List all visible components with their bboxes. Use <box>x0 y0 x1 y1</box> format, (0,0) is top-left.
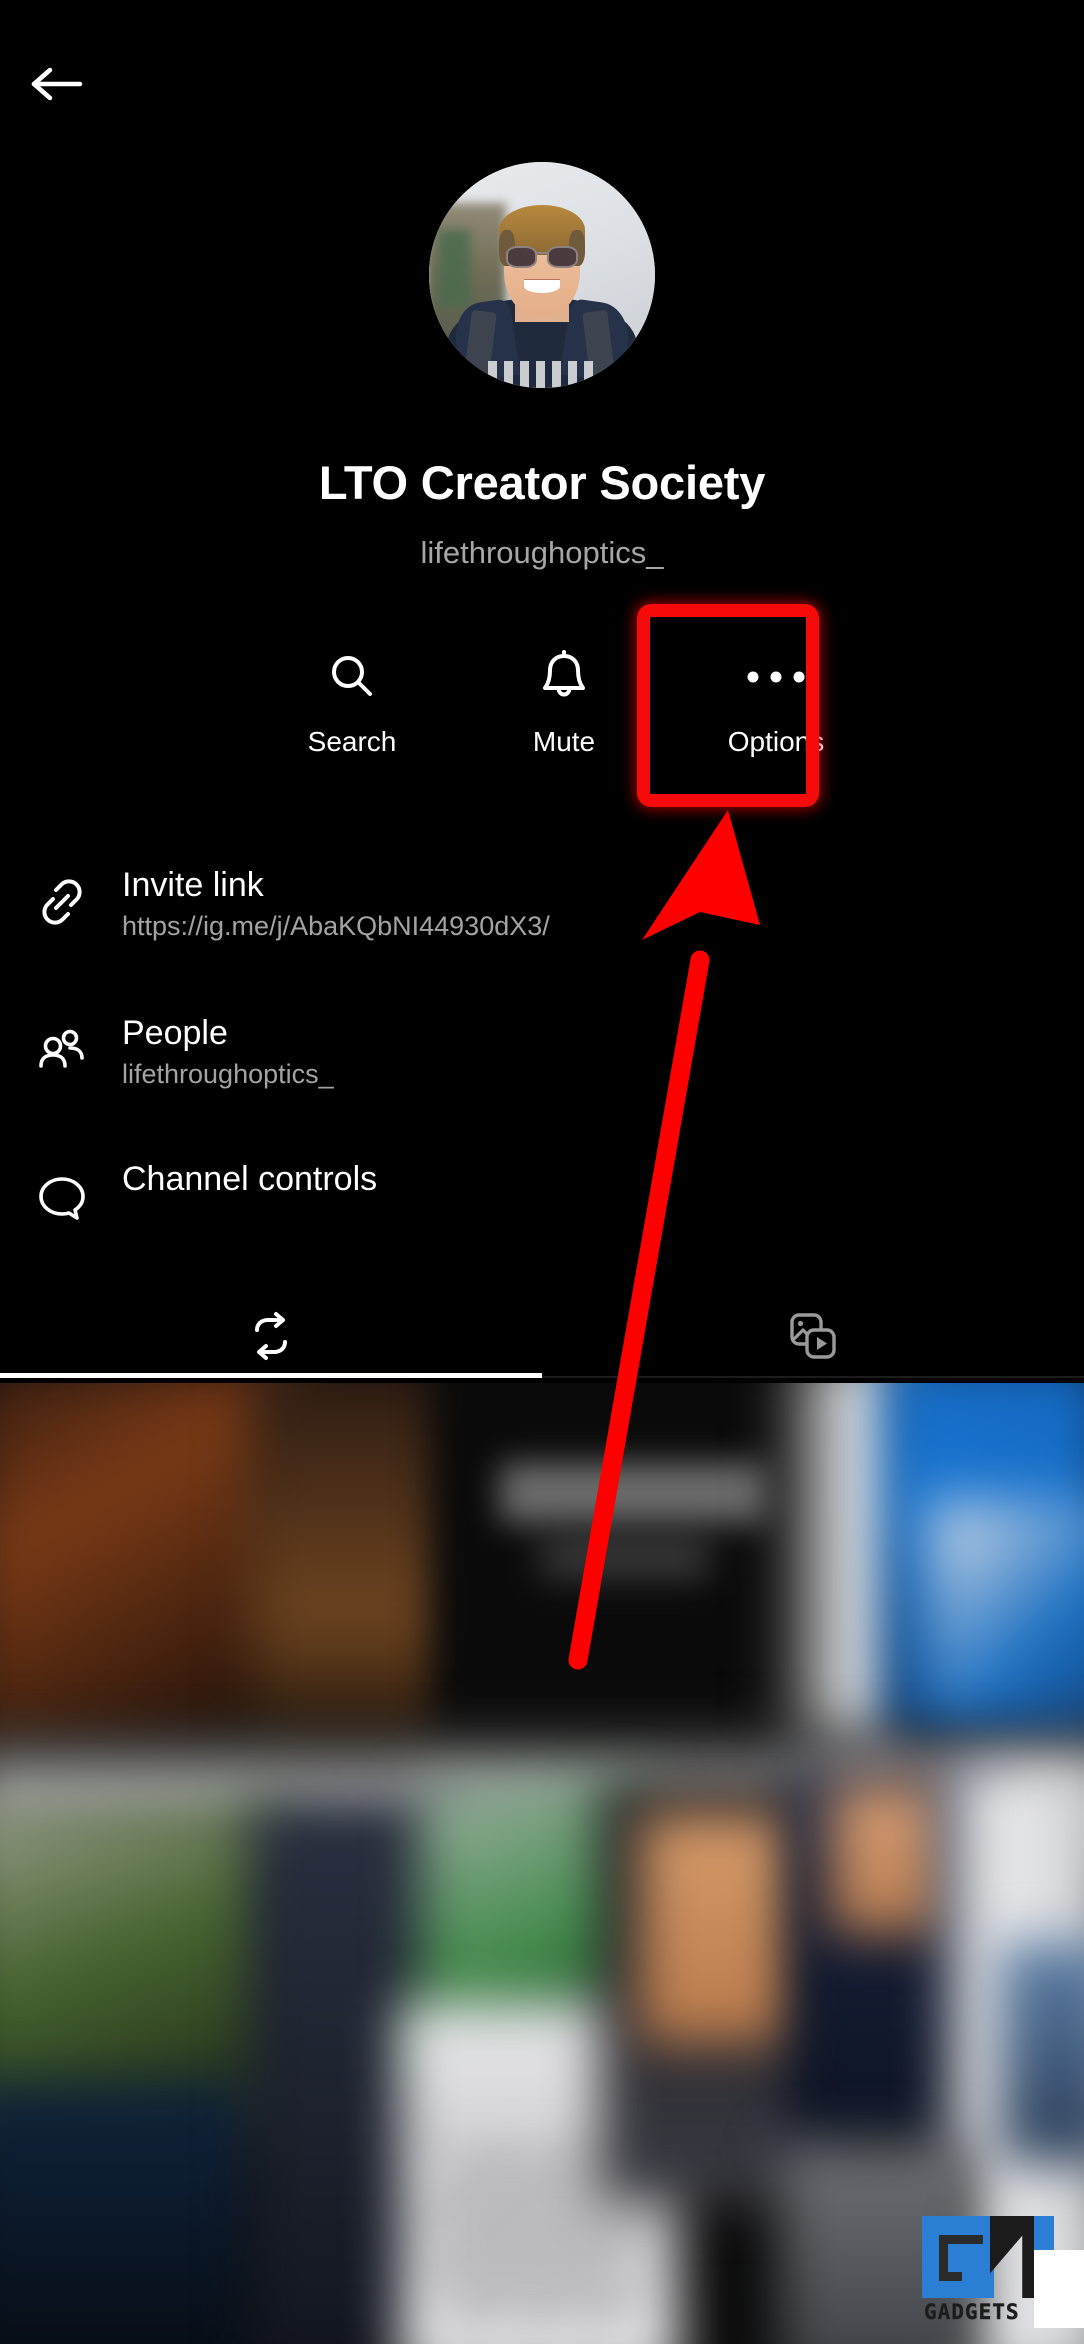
channel-controls-title: Channel controls <box>122 1160 378 1198</box>
chat-bubble-icon <box>36 1156 122 1224</box>
three-dots-icon <box>744 640 808 714</box>
watermark-white-block <box>1034 2250 1084 2328</box>
people-title: People <box>122 1014 228 1052</box>
media-gallery-icon <box>786 1309 840 1363</box>
invite-link-title: Invite link <box>122 866 264 904</box>
list-item-people[interactable]: People lifethroughoptics_ <box>0 1008 1084 1156</box>
back-arrow-icon <box>28 62 88 106</box>
action-button-row: Search Mute Options <box>0 620 1084 810</box>
watermark-logo: GADGETS <box>922 2216 1084 2328</box>
mute-label: Mute <box>532 726 596 757</box>
channel-handle: lifethroughoptics_ <box>420 535 664 570</box>
channel-details-panel: LTO Creator Society lifethroughoptics_ S… <box>0 0 1084 1383</box>
watermark-g-cut2 <box>962 2258 983 2281</box>
options-label: Options <box>727 726 825 757</box>
link-icon <box>36 860 122 928</box>
search-icon <box>324 640 380 714</box>
repost-loop-icon <box>243 1308 299 1364</box>
watermark-text: GADGETS <box>924 2300 1020 2325</box>
back-button[interactable] <box>28 48 118 120</box>
phone-screenshot: LTO Creator Society lifethroughoptics_ S… <box>0 0 1084 2344</box>
invite-link-url: https://ig.me/j/AbaKQbNI44930dX3/ <box>122 911 550 942</box>
page-title: LTO Creator Society <box>318 456 766 509</box>
channel-info-list: Invite link https://ig.me/j/AbaKQbNI4493… <box>0 860 1084 1266</box>
content-tab-bar <box>0 1290 1084 1382</box>
people-icon <box>36 1008 122 1076</box>
tab-reposts[interactable] <box>0 1290 542 1382</box>
options-button[interactable]: Options <box>676 620 876 810</box>
tab-media[interactable] <box>542 1290 1084 1382</box>
list-item-invite-link[interactable]: Invite link https://ig.me/j/AbaKQbNI4493… <box>0 860 1084 1008</box>
avatar[interactable] <box>429 162 655 388</box>
list-item-channel-controls[interactable]: Channel controls <box>0 1156 1084 1266</box>
search-button[interactable]: Search <box>252 620 452 810</box>
mute-button[interactable]: Mute <box>464 620 664 810</box>
active-tab-indicator <box>0 1373 542 1378</box>
bell-icon <box>537 640 591 714</box>
search-label: Search <box>307 726 397 757</box>
people-subtitle: lifethroughoptics_ <box>122 1059 334 1090</box>
blurred-content-grid[interactable] <box>0 1383 1084 2344</box>
